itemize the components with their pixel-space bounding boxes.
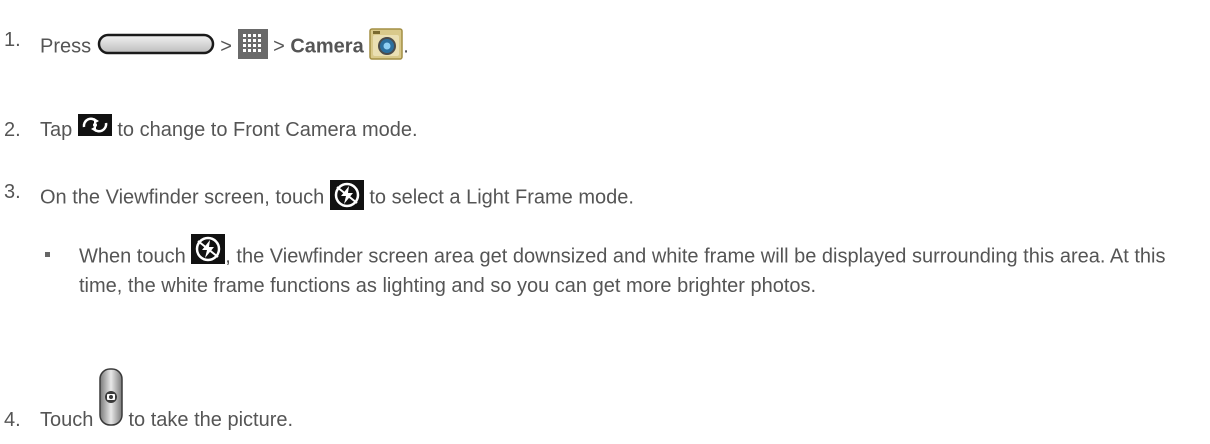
instructions-document: 1. Press > > Camera . 2. Tap to change t… xyxy=(0,0,1210,444)
step-body: Touch to take the picture. xyxy=(40,368,293,432)
switch-camera-icon xyxy=(77,113,112,142)
home-key-icon xyxy=(97,33,215,61)
camera-app-icon xyxy=(369,28,404,66)
step-number: 1. xyxy=(4,29,21,51)
bullet-marker xyxy=(45,252,50,257)
step-number: 4. xyxy=(4,409,21,431)
step-body: On the Viewfinder screen, touch to selec… xyxy=(40,180,634,216)
bullet-text: When touch , the Viewfinder screen area … xyxy=(79,234,1189,300)
step-number: 3. xyxy=(4,181,21,203)
step-number: 2. xyxy=(4,119,21,141)
step-body: Tap to change to Front Camera mode. xyxy=(40,113,418,142)
light-frame-icon xyxy=(191,234,226,272)
apps-grid-icon xyxy=(237,29,268,65)
light-frame-icon xyxy=(329,180,364,216)
camera-label: Camera xyxy=(290,35,364,58)
step-body: Press > > Camera . xyxy=(40,28,409,66)
shutter-button-icon xyxy=(99,368,123,432)
